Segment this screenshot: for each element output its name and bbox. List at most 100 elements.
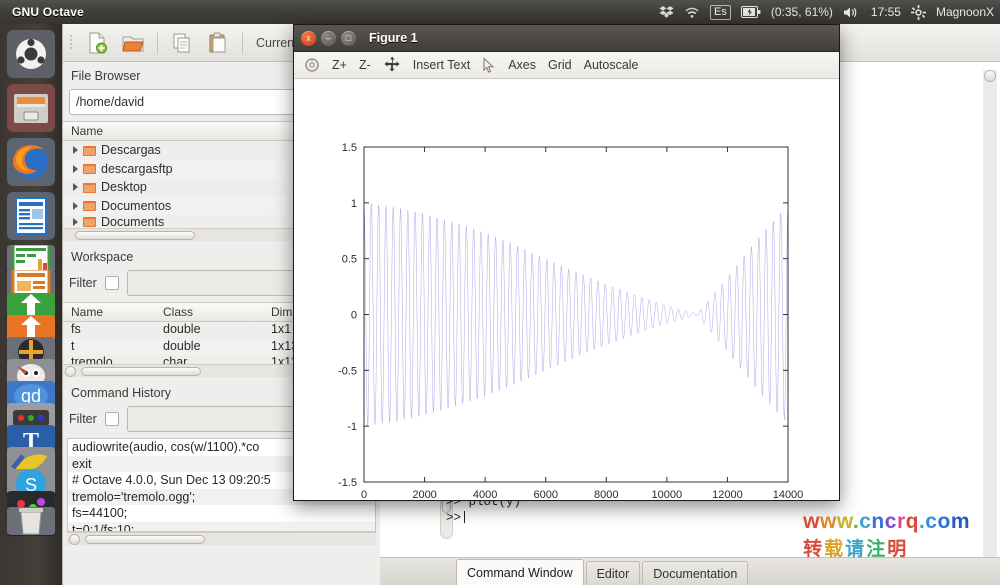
keyboard-layout-indicator[interactable]: Es [710,4,731,20]
history-hscrollbar[interactable] [67,531,376,545]
scroll-left-arrow-icon[interactable] [65,366,76,377]
workspace-col-class: Class [163,305,194,319]
screen: GNU Octave Es (0:35, 61%) 17:55 MagnoonX [0,0,1000,585]
file-name: Desktop [101,180,147,195]
folder-icon [83,182,96,193]
launcher-item-libreoffice-writer-icon[interactable] [7,192,55,240]
launcher-item-firefox-icon[interactable] [7,138,55,186]
figure-title-bar[interactable]: x – □ Figure 1 [294,25,839,52]
expand-triangle-icon[interactable] [73,146,78,155]
svg-text:1: 1 [351,198,357,210]
battery-icon[interactable] [740,6,761,18]
dropbox-icon[interactable] [659,5,674,20]
file-name: descargasftp [101,161,173,176]
svg-text:0: 0 [351,310,357,322]
figure-close-button[interactable]: x [301,30,316,46]
var-class: double [163,338,201,353]
expand-triangle-icon[interactable] [73,164,78,173]
wifi-icon[interactable] [684,6,700,19]
launcher-folded-stack[interactable]: qd T S [0,245,62,535]
var-class: double [163,322,201,336]
toolbar-separator [157,31,158,54]
text-caret [464,511,466,523]
grid-button[interactable]: Grid [548,58,572,72]
autoscale-button[interactable]: Autoscale [584,58,639,72]
scrollbar-thumb[interactable] [81,367,201,376]
new-script-icon[interactable] [82,28,112,58]
expand-triangle-icon[interactable] [73,217,78,226]
gear-icon[interactable] [910,4,926,20]
svg-text:0: 0 [361,489,367,500]
scroll-up-arrow-icon[interactable] [984,70,996,82]
list-item[interactable]: t=0:1/fs:10; [68,521,375,531]
scrollbar-thumb[interactable] [75,231,195,240]
axes-button[interactable]: Axes [508,58,536,72]
figure-minimize-button[interactable]: – [321,30,336,46]
file-name: Descargas [101,143,161,158]
folder-icon [83,163,96,175]
panel-app-title[interactable]: GNU Octave [12,5,84,19]
tab-editor[interactable]: Editor [585,561,641,585]
history-filter-checkbox[interactable] [104,412,119,426]
svg-text:0.5: 0.5 [342,254,357,266]
var-name: t [71,338,75,353]
workspace-filter-label: Filter [69,276,97,290]
svg-text:-1: -1 [347,421,357,433]
minimize-icon: – [325,32,331,43]
svg-text:1.5: 1.5 [342,142,357,154]
svg-text:12000: 12000 [712,489,743,500]
insert-text-button[interactable]: Insert Text [413,58,470,72]
launcher-item-trash-icon[interactable] [6,507,56,535]
svg-text:6000: 6000 [533,489,557,500]
folder-icon [83,145,96,156]
svg-text:10000: 10000 [652,489,683,500]
workspace-filter-checkbox[interactable] [104,276,119,290]
command-window-right-scrollbar[interactable] [983,70,997,575]
tab-command-window[interactable]: Command Window [456,559,584,585]
launcher-item-files-icon[interactable] [7,84,55,132]
close-icon: x [306,32,311,43]
svg-text:14000: 14000 [773,489,804,500]
command-prompt-line[interactable]: >> [446,511,521,527]
clock[interactable]: 17:55 [871,5,901,19]
plot-svg: 0 2000 4000 6000 8000 10000 12000 14000 -1.5 -1 -0… [338,142,804,501]
tab-documentation[interactable]: Documentation [642,561,749,585]
copy-icon[interactable] [167,28,197,58]
var-name: tremolo [71,355,113,364]
file-name: Documents [101,215,165,228]
battery-status[interactable]: (0:35, 61%) [771,5,833,19]
open-file-icon[interactable] [118,28,148,58]
scroll-left-arrow-icon[interactable] [69,533,80,545]
zoom-out-button[interactable]: Z- [359,58,371,72]
var-name: fs [71,322,81,336]
history-filter-label: Filter [69,412,97,426]
username[interactable]: MagnoonX [936,5,994,19]
launcher-item-libreoffice-calc-icon[interactable] [6,245,56,273]
launcher-item-ubuntu-dash-icon[interactable] [7,30,55,78]
rotate-icon[interactable] [304,57,320,73]
select-cursor-icon[interactable] [482,57,496,73]
figure-toolbar: Z+ Z- Insert Text Axes Grid Autoscale [294,52,839,79]
figure-plot-canvas[interactable]: 0 2000 4000 6000 8000 10000 12000 14000 -1.5 -1 -0… [294,80,839,501]
expand-triangle-icon[interactable] [73,201,78,210]
svg-text:4000: 4000 [473,489,497,500]
figure-maximize-button[interactable]: □ [341,30,356,46]
expand-triangle-icon[interactable] [73,183,78,192]
ubuntu-top-panel: GNU Octave Es (0:35, 61%) 17:55 MagnoonX [0,0,1000,24]
volume-icon[interactable] [843,6,861,19]
svg-text:-1.5: -1.5 [338,477,357,489]
list-item[interactable]: fs=44100; [68,505,375,522]
octave-tab-bar: Command Window Editor Documentation [380,557,1000,585]
drag-grip-icon[interactable] [69,32,76,54]
prompt: >> [446,511,462,525]
workspace-col-name: Name [71,305,104,319]
var-class: char [163,355,188,364]
figure-title: Figure 1 [369,31,418,45]
zoom-in-button[interactable]: Z+ [332,58,347,72]
svg-text:-0.5: -0.5 [338,365,357,377]
pan-icon[interactable] [383,56,401,74]
scrollbar-thumb[interactable] [85,534,205,544]
paste-icon[interactable] [203,28,233,58]
maximize-icon: □ [345,32,352,43]
system-tray: Es (0:35, 61%) 17:55 MagnoonX [659,0,994,24]
